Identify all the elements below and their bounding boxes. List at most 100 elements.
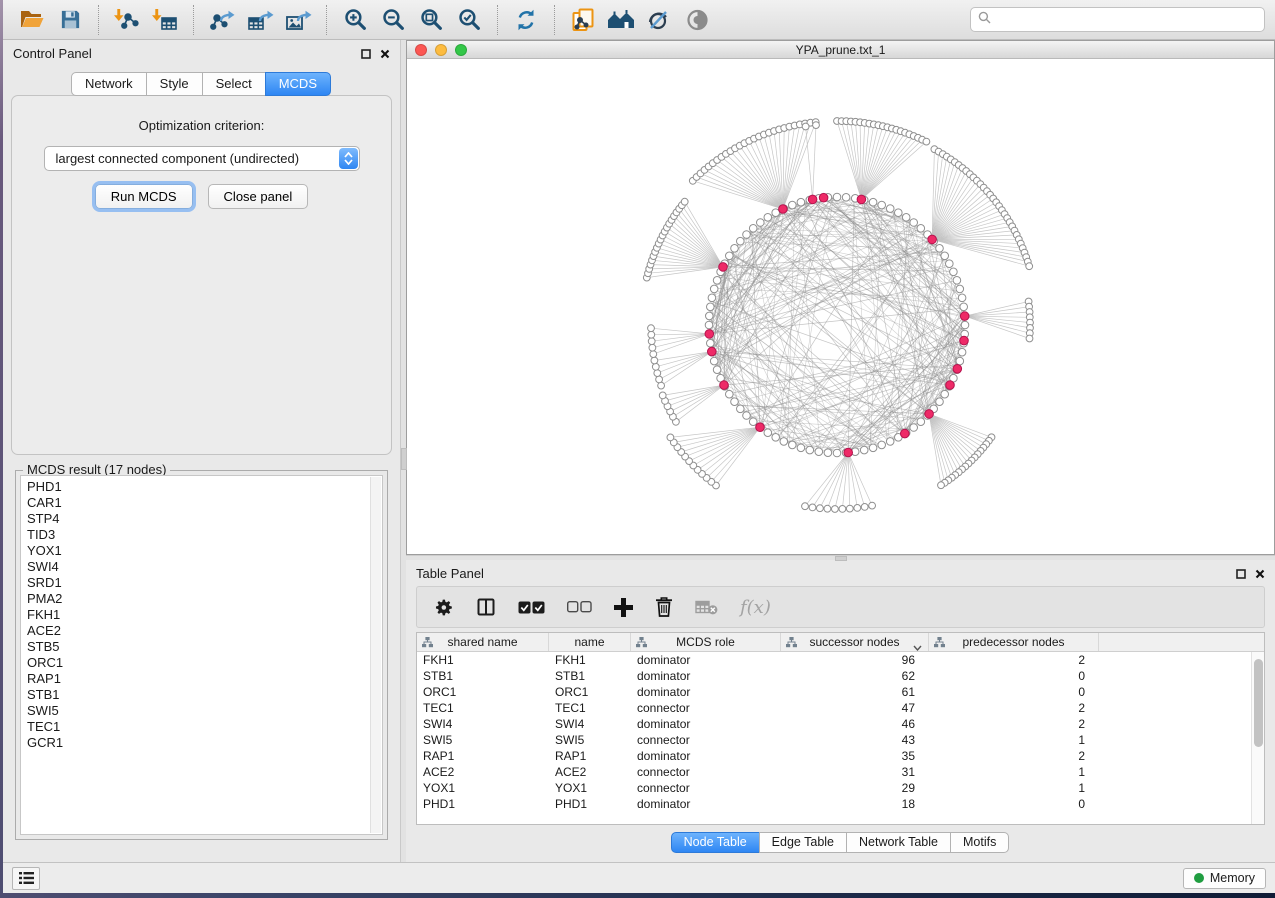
gear-icon[interactable] [433,597,454,618]
tab-mcds[interactable]: MCDS [265,72,331,96]
node[interactable] [713,366,721,374]
node[interactable] [764,214,772,222]
node[interactable] [910,219,918,227]
mcds-hub-node[interactable] [819,193,828,202]
leaf-node[interactable] [854,505,861,512]
node[interactable] [797,444,805,452]
save-session-icon[interactable] [51,4,89,36]
node[interactable] [780,438,788,446]
splitter-grip[interactable] [835,556,847,561]
node[interactable] [917,225,925,233]
leaf-node[interactable] [650,351,657,358]
leaf-node[interactable] [1026,263,1033,270]
plus-icon[interactable] [614,598,633,617]
node[interactable] [842,194,850,202]
leaf-node[interactable] [648,338,655,345]
leaf-node[interactable] [802,503,809,510]
mcds-result-item[interactable]: STP4 [27,511,382,527]
column-header-shared-name[interactable]: shared name [417,633,549,651]
mcds-hub-node[interactable] [756,423,765,432]
mcds-hub-node[interactable] [960,312,969,321]
share-network-icon[interactable] [564,4,602,36]
node[interactable] [869,444,877,452]
network-canvas[interactable] [407,59,1274,554]
mcds-result-item[interactable]: YOX1 [27,543,382,559]
table-row[interactable]: RAP1RAP1dominator352 [417,748,1264,764]
node[interactable] [789,441,797,449]
leaf-node[interactable] [656,376,663,383]
mcds-result-item[interactable]: PMA2 [27,591,382,607]
table-row[interactable]: ORC1ORC1dominator610 [417,684,1264,700]
minimize-window-icon[interactable] [435,44,447,56]
mcds-hub-node[interactable] [901,429,910,438]
search-input[interactable] [996,13,1257,27]
mcds-hub-node[interactable] [708,347,717,356]
node[interactable] [936,398,944,406]
node[interactable] [902,214,910,222]
node[interactable] [743,412,751,420]
mcds-result-item[interactable]: ACE2 [27,623,382,639]
table-row[interactable]: PHD1PHD1dominator180 [417,796,1264,812]
mcds-hub-node[interactable] [844,448,853,457]
node[interactable] [878,201,886,209]
leaf-node[interactable] [839,506,846,513]
leaf-node[interactable] [817,505,824,512]
tab-style[interactable]: Style [146,72,203,96]
memory-button[interactable]: Memory [1183,868,1266,889]
leaf-node[interactable] [652,363,659,370]
mcds-result-item[interactable]: SRD1 [27,575,382,591]
leaf-node[interactable] [832,506,839,513]
tab-node-table[interactable]: Node Table [671,832,760,853]
node[interactable] [833,193,841,201]
task-history-button[interactable] [12,867,40,890]
table-row[interactable]: YOX1YOX1connector291 [417,780,1264,796]
table-row[interactable]: SWI5SWI5connector431 [417,732,1264,748]
export-network-icon[interactable] [203,4,241,36]
node[interactable] [707,339,715,347]
node[interactable] [946,260,954,268]
node[interactable] [705,321,713,329]
tab-network[interactable]: Network [71,72,147,96]
zoom-selected-icon[interactable] [450,4,488,36]
export-table-icon[interactable] [241,4,279,36]
search-box[interactable] [970,7,1265,32]
node[interactable] [815,448,823,456]
mcds-result-item[interactable]: PHD1 [27,479,382,495]
unchecked-boxes-icon[interactable] [567,601,592,613]
node[interactable] [797,198,805,206]
mcds-list-scrollbar[interactable] [370,477,381,833]
mcds-result-item[interactable]: STB1 [27,687,382,703]
mcds-result-item[interactable]: ORC1 [27,655,382,671]
node[interactable] [886,205,894,213]
table-row[interactable]: SWI4SWI4dominator462 [417,716,1264,732]
node[interactable] [895,209,903,217]
zoom-window-icon[interactable] [455,44,467,56]
mcds-result-item[interactable]: SWI5 [27,703,382,719]
import-table-icon[interactable] [146,4,184,36]
leaf-node[interactable] [659,392,666,399]
node[interactable] [860,446,868,454]
node[interactable] [950,268,958,276]
float-panel-icon[interactable] [1236,569,1246,579]
mcds-result-item[interactable]: GCR1 [27,735,382,751]
node[interactable] [713,277,721,285]
node[interactable] [737,405,745,413]
node[interactable] [869,198,877,206]
node[interactable] [956,357,964,365]
leaf-node[interactable] [648,331,655,338]
mcds-result-list[interactable]: PHD1CAR1STP4TID3YOX1SWI4SRD1PMA2FKH1ACE2… [20,475,383,835]
show-graphics-icon[interactable] [678,4,716,36]
close-panel-icon[interactable] [380,49,390,59]
leaf-node[interactable] [846,505,853,512]
split-columns-icon[interactable] [476,597,496,617]
leaf-node[interactable] [809,504,816,511]
network-titlebar[interactable]: YPA_prune.txt_1 [407,41,1274,59]
cybrowser-icon[interactable] [602,4,640,36]
leaf-node[interactable] [667,434,674,441]
tab-network-table[interactable]: Network Table [846,832,951,853]
leaf-node[interactable] [681,198,688,205]
leaf-node[interactable] [813,122,820,129]
leaf-node[interactable] [938,482,945,489]
tab-select[interactable]: Select [202,72,266,96]
node[interactable] [710,285,718,293]
